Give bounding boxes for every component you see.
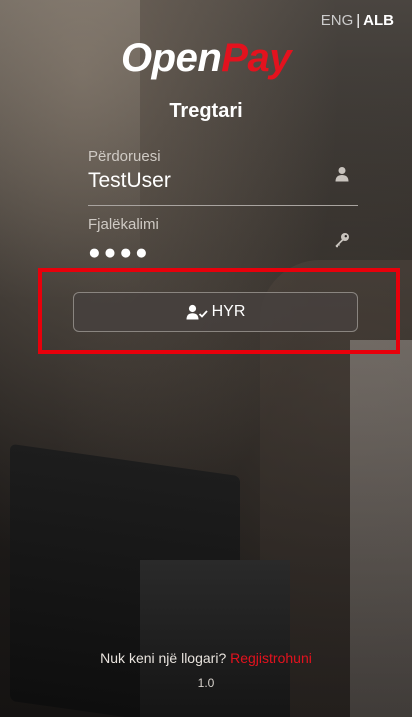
- login-button-label: HYR: [211, 303, 246, 320]
- background-pos-stand: [140, 560, 290, 717]
- password-label: Fjalëkalimi: [88, 216, 159, 233]
- key-icon: [335, 233, 349, 248]
- logo-text-pay: Pay: [221, 36, 291, 80]
- login-screen: ENG | ALB OpenPay Tregtari Përdoruesi Test…: [0, 0, 412, 717]
- openpay-logo: OpenPay: [0, 36, 412, 81]
- register-link[interactable]: Regjistrohuni: [230, 650, 312, 666]
- language-separator: |: [356, 12, 361, 29]
- register-prompt: Nuk keni një llogari? Regjistrohuni: [0, 650, 412, 666]
- page-subtitle: Tregtari: [169, 100, 243, 122]
- username-underline: [88, 205, 358, 206]
- username-label: Përdoruesi: [88, 148, 161, 165]
- user-check-icon: [186, 304, 208, 320]
- password-field[interactable]: Fjalëkalimi ●●●●: [88, 216, 358, 264]
- username-field[interactable]: Përdoruesi TestUser: [88, 148, 358, 206]
- language-switcher: ENG | ALB: [321, 12, 394, 29]
- app-version: 1.0: [197, 676, 215, 690]
- logo-text-open: Open: [121, 36, 222, 80]
- language-option-alb[interactable]: ALB: [363, 12, 394, 29]
- username-value[interactable]: TestUser: [88, 169, 358, 193]
- language-option-eng[interactable]: ENG: [321, 12, 354, 29]
- user-icon: [335, 167, 349, 182]
- login-button[interactable]: HYR: [73, 292, 358, 332]
- password-value[interactable]: ●●●●: [88, 241, 358, 265]
- register-prompt-text: Nuk keni një llogari?: [100, 650, 227, 666]
